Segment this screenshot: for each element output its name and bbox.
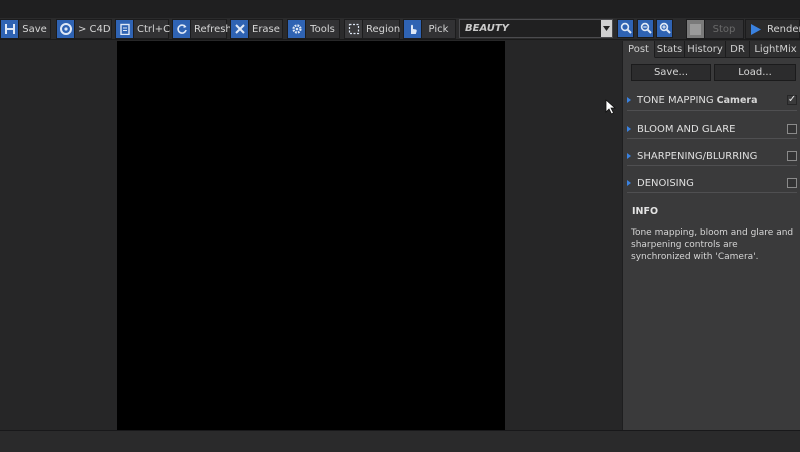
refresh-label: Refresh bbox=[194, 23, 232, 35]
info-title: INFO bbox=[632, 206, 659, 217]
render-pass-dropdown[interactable]: BEAUTY bbox=[459, 19, 613, 38]
zoom-in-icon bbox=[659, 19, 671, 38]
zoom-fit-icon bbox=[620, 19, 632, 38]
tab-history[interactable]: History bbox=[685, 41, 726, 58]
sharpening-checkbox[interactable] bbox=[787, 151, 797, 161]
load-preset-button[interactable]: Load... bbox=[714, 64, 796, 81]
status-bar bbox=[0, 430, 800, 452]
region-label: Region bbox=[366, 23, 401, 35]
erase-icon bbox=[231, 20, 249, 38]
divider bbox=[627, 192, 797, 193]
tone-mapping-checkbox[interactable]: ✓ bbox=[787, 95, 797, 105]
stop-icon bbox=[687, 20, 705, 38]
erase-label: Erase bbox=[252, 23, 280, 35]
expand-arrow-icon[interactable] bbox=[627, 97, 631, 103]
tools-button[interactable]: Tools bbox=[287, 19, 340, 39]
bloom-glare-checkbox[interactable] bbox=[787, 124, 797, 134]
render-canvas[interactable] bbox=[117, 41, 505, 430]
copy-label: Ctrl+C bbox=[137, 23, 171, 35]
region-select-icon bbox=[345, 20, 363, 38]
expand-arrow-icon[interactable] bbox=[627, 180, 631, 186]
floppy-disk-icon bbox=[1, 20, 19, 38]
tools-label: Tools bbox=[310, 23, 335, 35]
section-tone-mapping[interactable]: TONE MAPPING Camera ✓ bbox=[623, 91, 800, 109]
toolbar: Save > C4D Ctrl+C Refresh Erase Tools Re… bbox=[0, 18, 800, 40]
expand-arrow-icon[interactable] bbox=[627, 153, 631, 159]
denoising-checkbox[interactable] bbox=[787, 178, 797, 188]
tab-stats[interactable]: Stats bbox=[655, 41, 685, 58]
section-denoising[interactable]: DENOISING bbox=[623, 174, 800, 192]
gear-icon bbox=[288, 20, 306, 38]
zoom-out-button[interactable] bbox=[637, 19, 654, 38]
render-button[interactable]: Render bbox=[745, 19, 800, 39]
panel-tabs: Post Stats History DR LightMix bbox=[623, 41, 800, 58]
pick-button[interactable]: Pick bbox=[403, 19, 456, 39]
divider bbox=[627, 165, 797, 166]
play-icon bbox=[746, 20, 764, 38]
divider bbox=[627, 110, 797, 111]
render-label: Render bbox=[767, 23, 800, 35]
section-sharpening-blurring[interactable]: SHARPENING/BLURRING bbox=[623, 147, 800, 165]
section-title: SHARPENING/BLURRING bbox=[637, 150, 758, 162]
cinema4d-icon bbox=[57, 20, 75, 38]
chevron-down-icon[interactable] bbox=[601, 20, 612, 37]
info-text: Tone mapping, bloom and glare and sharpe… bbox=[631, 228, 794, 262]
section-subtitle: Camera bbox=[716, 94, 758, 106]
clipboard-icon bbox=[116, 20, 134, 38]
refresh-icon bbox=[173, 20, 191, 38]
section-bloom-and-glare[interactable]: BLOOM AND GLARE bbox=[623, 120, 800, 138]
expand-arrow-icon[interactable] bbox=[627, 126, 631, 132]
top-strip bbox=[0, 0, 800, 18]
erase-button[interactable]: Erase bbox=[230, 19, 283, 39]
divider bbox=[627, 138, 797, 139]
save-button-label: Save bbox=[22, 23, 47, 35]
zoom-fit-button[interactable] bbox=[617, 19, 634, 38]
stop-label: Stop bbox=[712, 23, 736, 35]
post-panel: Post Stats History DR LightMix Save... L… bbox=[622, 41, 800, 430]
tab-lightmix[interactable]: LightMix bbox=[750, 41, 800, 58]
hand-pointer-icon bbox=[404, 20, 422, 38]
tab-post[interactable]: Post bbox=[623, 41, 655, 58]
save-preset-button[interactable]: Save... bbox=[631, 64, 711, 81]
mouse-cursor-icon bbox=[605, 99, 617, 119]
zoom-out-icon bbox=[640, 19, 652, 38]
refresh-button[interactable]: Refresh bbox=[172, 19, 232, 39]
render-pass-value: BEAUTY bbox=[465, 23, 509, 34]
copy-button[interactable]: Ctrl+C bbox=[115, 19, 170, 39]
section-title: TONE MAPPING Camera bbox=[637, 94, 758, 106]
region-button[interactable]: Region bbox=[344, 19, 400, 39]
tab-dr[interactable]: DR bbox=[726, 41, 750, 58]
pick-label: Pick bbox=[428, 23, 449, 35]
save-button[interactable]: Save bbox=[0, 19, 51, 39]
send-to-c4d-label: > C4D bbox=[78, 23, 111, 35]
send-to-c4d-button[interactable]: > C4D bbox=[56, 19, 112, 39]
zoom-in-button[interactable] bbox=[656, 19, 673, 38]
section-title: DENOISING bbox=[637, 177, 694, 189]
section-title: BLOOM AND GLARE bbox=[637, 123, 736, 135]
stop-button[interactable]: Stop bbox=[686, 19, 744, 39]
